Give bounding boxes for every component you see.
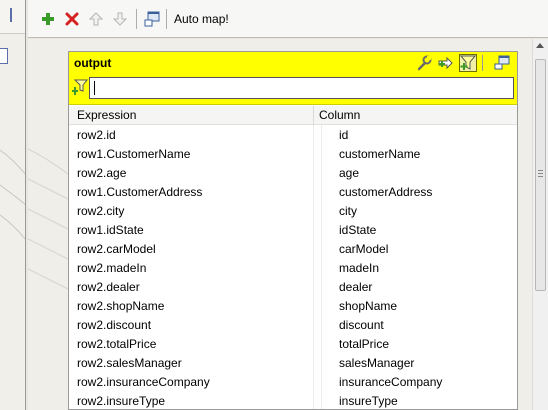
window-icon	[494, 55, 510, 70]
output-table: output Expression Column row2.id id row1…	[68, 51, 518, 410]
remove-button[interactable]	[64, 11, 80, 27]
toolbar-separator	[136, 9, 137, 29]
expression-cell[interactable]: row1.idState	[77, 223, 144, 237]
auto-map-button[interactable]: Auto map!	[174, 12, 229, 26]
minimize-button[interactable]	[493, 54, 511, 72]
expression-cell[interactable]: row2.totalPrice	[77, 337, 156, 351]
expression-cell[interactable]: row2.carModel	[77, 242, 156, 256]
delete-x-icon	[65, 12, 79, 26]
expression-cell[interactable]: row2.id	[77, 128, 116, 142]
column-cell[interactable]: carModel	[339, 242, 388, 256]
vertical-scrollbar[interactable]	[532, 39, 548, 410]
table-row[interactable]: row1.CustomerName customerName	[69, 144, 517, 163]
add-button[interactable]	[40, 11, 56, 27]
column-cell[interactable]: insuranceCompany	[339, 375, 442, 389]
settings-button[interactable]	[415, 54, 433, 72]
expression-cell[interactable]: row2.madeIn	[77, 261, 146, 275]
table-row[interactable]: row2.dealer dealer	[69, 277, 517, 296]
output-table-title: output	[74, 56, 112, 70]
table-row[interactable]: row2.totalPrice totalPrice	[69, 334, 517, 353]
auto-map-icon	[144, 11, 160, 27]
column-cell[interactable]: insureType	[339, 394, 398, 408]
expression-cell[interactable]: row1.CustomerName	[77, 147, 190, 161]
column-cell[interactable]: id	[339, 128, 348, 142]
auto-map-icon-button[interactable]	[144, 11, 160, 27]
table-row[interactable]: row2.insuranceCompany insuranceCompany	[69, 372, 517, 391]
column-cell[interactable]: madeIn	[339, 261, 379, 275]
table-row[interactable]: row2.age age	[69, 163, 517, 182]
column-cell[interactable]: customerAddress	[339, 185, 432, 199]
column-cell[interactable]: age	[339, 166, 359, 180]
expression-cell[interactable]: row2.discount	[77, 318, 151, 332]
expression-cell[interactable]: row2.city	[77, 204, 124, 218]
column-cell[interactable]: salesManager	[339, 356, 414, 370]
left-panel	[0, 0, 26, 410]
arrow-plus-icon	[438, 56, 453, 70]
column-cell[interactable]: shopName	[339, 299, 397, 313]
table-row[interactable]: row1.idState idState	[69, 220, 517, 239]
column-cell[interactable]: dealer	[339, 280, 372, 294]
table-row[interactable]: row2.salesManager salesManager	[69, 353, 517, 372]
table-row[interactable]: row2.id id	[69, 125, 517, 144]
header-separator	[482, 55, 483, 71]
collapse-icon[interactable]	[2, 8, 12, 22]
mapper-canvas: output Expression Column row2.id id row1…	[28, 39, 532, 410]
scroll-up-arrow-icon[interactable]	[536, 43, 544, 48]
expression-cell[interactable]: row2.insuranceCompany	[77, 375, 210, 389]
table-row[interactable]: row2.city city	[69, 201, 517, 220]
table-row[interactable]: row2.insureType insureType	[69, 391, 517, 409]
expression-cell[interactable]: row2.age	[77, 166, 126, 180]
left-panel-header	[0, 0, 25, 34]
filter-row	[72, 77, 514, 99]
column-column-header[interactable]: Column	[319, 108, 360, 122]
arrow-down-icon	[113, 12, 127, 26]
column-cell[interactable]: idState	[339, 223, 376, 237]
expression-cell[interactable]: row2.insureType	[77, 394, 165, 408]
table-row[interactable]: row2.discount discount	[69, 315, 517, 334]
move-down-button[interactable]	[112, 11, 128, 27]
output-table-header: output	[69, 52, 517, 105]
filter-expression-input[interactable]	[89, 77, 514, 99]
column-cell[interactable]: city	[339, 204, 357, 218]
column-cell[interactable]: discount	[339, 318, 384, 332]
arrow-up-icon	[89, 12, 103, 26]
scrollbar-thumb[interactable]	[535, 59, 546, 291]
column-cell[interactable]: totalPrice	[339, 337, 389, 351]
table-row[interactable]: row1.CustomerAddress customerAddress	[69, 182, 517, 201]
column-headers: Expression Column	[69, 106, 517, 125]
expression-cell[interactable]: row2.dealer	[77, 280, 140, 294]
table-row[interactable]: row2.madeIn madeIn	[69, 258, 517, 277]
column-separator[interactable]	[313, 106, 314, 125]
table-row[interactable]: row2.carModel carModel	[69, 239, 517, 258]
text-caret	[94, 81, 95, 95]
filter-toggle-button[interactable]	[459, 54, 477, 72]
mapper-toolbar: Auto map!	[28, 0, 548, 38]
filter-add-icon	[460, 55, 476, 70]
input-table-edge[interactable]	[0, 48, 8, 64]
move-up-button[interactable]	[88, 11, 104, 27]
filter-icon	[72, 79, 88, 95]
expression-cell[interactable]: row2.shopName	[77, 299, 164, 313]
toolbar-separator	[166, 9, 167, 29]
expression-column-header[interactable]: Expression	[77, 108, 136, 122]
table-row[interactable]: row2.shopName shopName	[69, 296, 517, 315]
column-cell[interactable]: customerName	[339, 147, 420, 161]
expression-cell[interactable]: row2.salesManager	[77, 356, 182, 370]
plus-icon	[42, 13, 54, 25]
expression-cell[interactable]: row1.CustomerAddress	[77, 185, 202, 199]
wrench-icon	[417, 55, 432, 71]
add-output-button[interactable]	[437, 54, 455, 72]
